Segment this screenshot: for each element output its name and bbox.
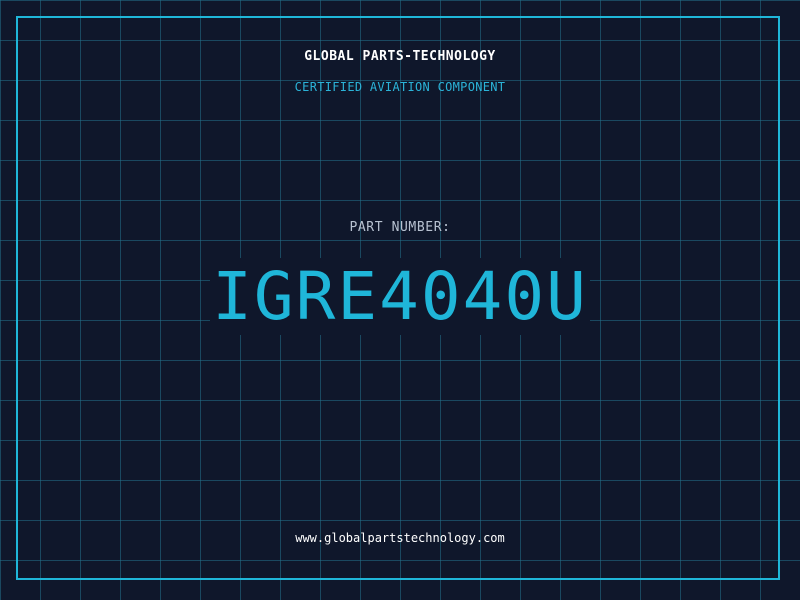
website-url: www.globalpartstechnology.com (295, 531, 505, 545)
brand-name: GLOBAL PARTS-TECHNOLOGY (304, 49, 496, 64)
part-number-label: PART NUMBER: (349, 220, 451, 235)
label-canvas: GLOBAL PARTS-TECHNOLOGY CERTIFIED AVIATI… (0, 0, 800, 600)
part-number-value: IGRE4040U (0, 252, 800, 342)
certification-subtitle: CERTIFIED AVIATION COMPONENT (294, 80, 506, 94)
part-number-text: IGRE4040U (210, 258, 590, 335)
